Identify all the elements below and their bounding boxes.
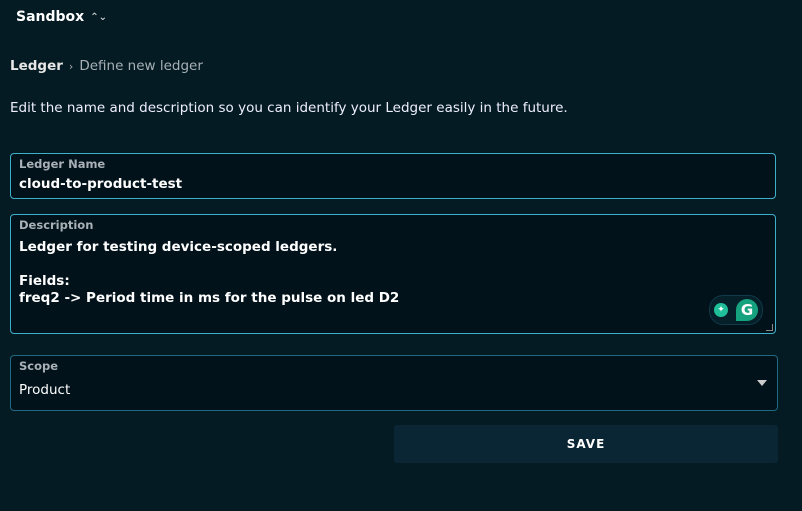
lightbulb-icon[interactable]: ✦ (714, 303, 728, 317)
description-field[interactable]: Description Ledger for testing device-sc… (10, 214, 776, 334)
org-name: Sandbox (16, 9, 85, 25)
chevron-up-down-icon: ⌃⌄ (90, 11, 107, 23)
intro-text: Edit the name and description so you can… (10, 100, 568, 116)
ledger-name-field[interactable]: Ledger Name cloud-to-product-test (10, 153, 776, 199)
breadcrumb: Ledger › Define new ledger (10, 58, 203, 74)
scope-select[interactable]: Scope Product (10, 355, 778, 411)
breadcrumb-ledger[interactable]: Ledger (10, 58, 63, 74)
scope-value: Product (19, 382, 71, 398)
scope-label: Scope (19, 359, 59, 373)
ledger-name-input[interactable]: cloud-to-product-test (19, 176, 182, 192)
description-textarea[interactable]: Ledger for testing device-scoped ledgers… (19, 239, 399, 307)
save-button[interactable]: SAVE (394, 425, 778, 463)
description-label: Description (19, 218, 94, 232)
breadcrumb-current: Define new ledger (79, 58, 203, 74)
grammarly-widget[interactable]: ✦ G (709, 295, 763, 325)
breadcrumb-separator-icon: › (68, 59, 74, 73)
grammarly-icon[interactable]: G (736, 299, 758, 321)
org-switcher[interactable]: Sandbox ⌃⌄ (16, 9, 107, 25)
ledger-name-label: Ledger Name (19, 157, 106, 171)
resize-handle-icon[interactable] (766, 324, 773, 331)
caret-down-icon (757, 380, 767, 386)
